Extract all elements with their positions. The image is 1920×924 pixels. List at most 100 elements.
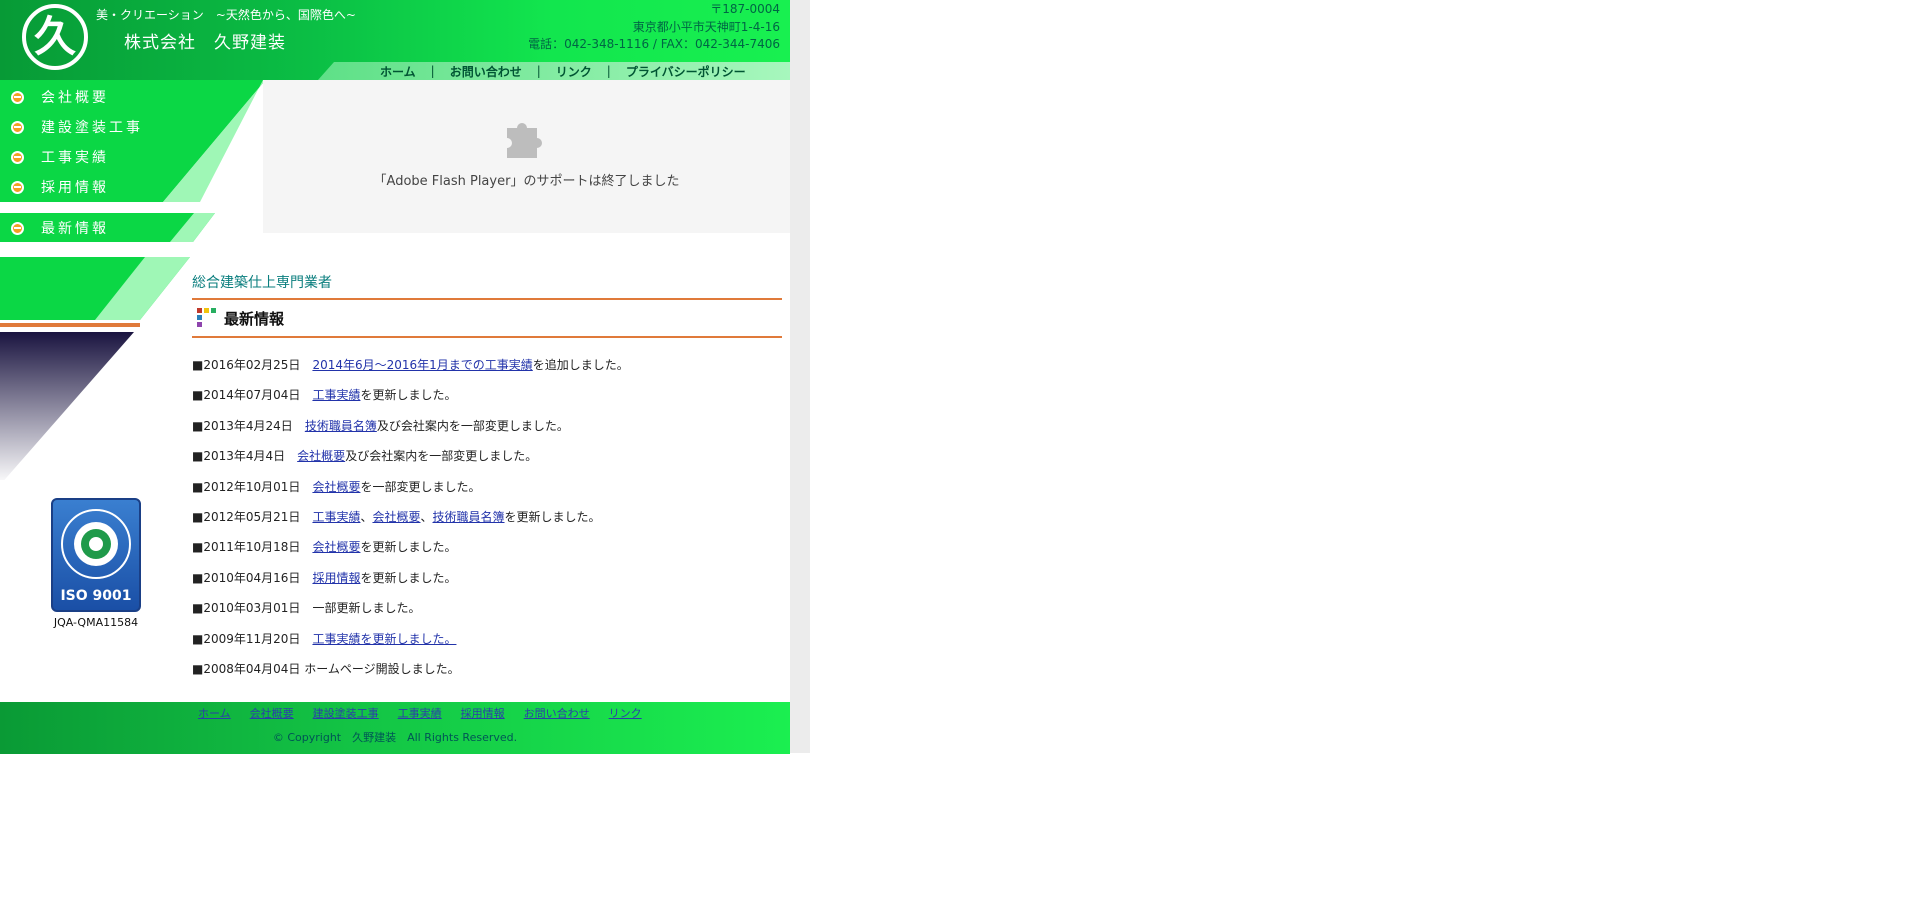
phone-fax: 電話：042-348-1116 / FAX：042-344-7406 bbox=[528, 37, 780, 51]
news-link[interactable]: 会社概要 bbox=[312, 480, 360, 494]
news-text: を一部変更しました。 bbox=[360, 479, 481, 494]
news-link[interactable]: 技術職員名簿 bbox=[433, 510, 505, 524]
sidebar-item-label: 採用情報 bbox=[41, 180, 109, 196]
news-item: ■2012年10月01日 会社概要を一部変更しました。 bbox=[192, 478, 782, 508]
iso-label: ISO 9001 bbox=[60, 588, 132, 604]
company-logo[interactable]: 久 bbox=[22, 4, 88, 70]
news-text: を更新しました。 bbox=[360, 540, 457, 555]
flash-message: 「Adobe Flash Player」のサポートは終了しました bbox=[373, 174, 680, 189]
news-item: ■2013年4月24日 技術職員名簿及び会社案内を一部変更しました。 bbox=[192, 417, 782, 447]
news-date: ■2014年07月04日 bbox=[192, 388, 301, 403]
company-name: 株式会社 久野建装 bbox=[124, 33, 286, 53]
news-item: ■2011年10月18日 会社概要を更新しました。 bbox=[192, 538, 782, 568]
news-item: ■2008年04月04日 ホームページ開設しました。 bbox=[192, 660, 782, 690]
news-header: 最新情報 bbox=[192, 300, 782, 336]
jqa-seal-icon bbox=[61, 509, 131, 579]
iso-certification-badge: ISO 9001 bbox=[51, 498, 141, 612]
news-link[interactable]: 採用情報 bbox=[312, 571, 360, 585]
news-list: ■2016年02月25日 2014年6月～2016年1月までの工事実績を追加しま… bbox=[192, 356, 782, 690]
separator: 、 bbox=[360, 509, 373, 524]
postal-code: 〒187-0004 bbox=[710, 2, 780, 16]
iso-registration-number: JQA-QMA11584 bbox=[53, 616, 139, 629]
topnav-contact[interactable]: お問い合わせ bbox=[450, 63, 522, 80]
sidebar-item-label: 工事実績 bbox=[41, 150, 109, 166]
sidebar-item-news[interactable]: 最新情報 bbox=[0, 215, 240, 241]
minus-circle-icon bbox=[11, 150, 24, 164]
news-link[interactable]: 技術職員名簿 bbox=[305, 419, 377, 433]
page-subtitle: 総合建築仕上専門業者 bbox=[192, 275, 332, 291]
news-item: ■2016年02月25日 2014年6月～2016年1月までの工事実績を追加しま… bbox=[192, 356, 782, 386]
tagline: 美・クリエーション ~天然色から、国際色へ~ bbox=[96, 8, 356, 22]
sidebar-item-label: 建設塗装工事 bbox=[41, 120, 143, 136]
minus-circle-icon bbox=[11, 180, 24, 194]
news-item: ■2014年07月04日 工事実績を更新しました。 bbox=[192, 386, 782, 416]
news-date: ■2010年04月16日 bbox=[192, 570, 301, 585]
separator: 、 bbox=[420, 509, 433, 524]
main-content: 総合建築仕上専門業者 最新情報 ■2016年02月25日 2014年6月～201… bbox=[192, 272, 782, 690]
news-link[interactable]: 工事実績 bbox=[312, 388, 360, 402]
news-item: ■2012年05月21日 工事実績、会社概要、技術職員名簿を更新しました。 bbox=[192, 508, 782, 538]
footer-link-home[interactable]: ホーム bbox=[198, 705, 231, 721]
news-date: ■2013年4月4日 bbox=[192, 449, 286, 464]
divider bbox=[192, 336, 782, 338]
news-link[interactable]: 工事実績を更新しました。 bbox=[312, 632, 456, 646]
header: 久 美・クリエーション ~天然色から、国際色へ~ 株式会社 久野建装 〒187-… bbox=[0, 0, 790, 80]
news-link[interactable]: 工事実績 bbox=[312, 510, 360, 524]
news-item: ■2010年04月16日 採用情報を更新しました。 bbox=[192, 569, 782, 599]
topnav-home[interactable]: ホーム bbox=[380, 63, 416, 80]
topnav-privacy[interactable]: プライバシーポリシー bbox=[626, 63, 746, 80]
topnav-separator: | bbox=[606, 64, 611, 78]
news-date: ■2016年02月25日 bbox=[192, 358, 301, 372]
topnav-links[interactable]: リンク bbox=[556, 63, 592, 80]
page-edge-strip bbox=[790, 0, 810, 753]
sidebar-item-works[interactable]: 工事実績 bbox=[0, 144, 240, 170]
news-text: を追加しました。 bbox=[532, 358, 629, 372]
page: 久 美・クリエーション ~天然色から、国際色へ~ 株式会社 久野建装 〒187-… bbox=[0, 0, 790, 754]
news-text: 及び会社案内を一部変更しました。 bbox=[376, 418, 569, 433]
sidebar-item-label: 会社概要 bbox=[41, 90, 109, 106]
news-date: ■2008年04月04日 bbox=[192, 661, 301, 676]
sidebar-item-recruit[interactable]: 採用情報 bbox=[0, 174, 240, 200]
news-text: ホームページ開設しました。 bbox=[304, 661, 460, 676]
footer-link-works[interactable]: 工事実績 bbox=[398, 705, 442, 721]
minus-circle-icon bbox=[11, 120, 24, 134]
news-title: 最新情報 bbox=[224, 309, 285, 328]
footer-link-company[interactable]: 会社概要 bbox=[250, 705, 294, 721]
news-bullet-icon bbox=[197, 308, 219, 328]
topnav-separator: | bbox=[536, 64, 541, 78]
puzzle-plugin-icon bbox=[507, 123, 542, 158]
footer-link-painting[interactable]: 建設塗装工事 bbox=[313, 705, 379, 721]
news-date: ■2012年10月01日 bbox=[192, 479, 301, 494]
news-link[interactable]: 会社概要 bbox=[312, 540, 360, 554]
sidebar-item-painting[interactable]: 建設塗装工事 bbox=[0, 114, 240, 140]
minus-circle-icon bbox=[11, 90, 24, 104]
news-link[interactable]: 2014年6月～2016年1月までの工事実績 bbox=[312, 358, 532, 372]
news-text: を更新しました。 bbox=[504, 509, 601, 524]
minus-circle-icon bbox=[11, 221, 24, 235]
news-text: を更新しました。 bbox=[360, 570, 457, 585]
company-address: 〒187-0004 東京都小平市天神町1-4-16 電話：042-348-111… bbox=[528, 1, 780, 54]
top-navigation: ホーム | お問い合わせ | リンク | プライバシーポリシー bbox=[380, 62, 746, 80]
news-date: ■2013年4月24日 bbox=[192, 418, 293, 433]
sidebar-item-company[interactable]: 会社概要 bbox=[0, 84, 240, 110]
news-item: ■2009年11月20日 工事実績を更新しました。 bbox=[192, 630, 782, 660]
footer-link-links[interactable]: リンク bbox=[609, 705, 642, 721]
news-date: ■2010年03月01日 bbox=[192, 601, 301, 616]
footer: ホーム 会社概要 建設塗装工事 工事実績 採用情報 お問い合わせ リンク © C… bbox=[0, 702, 790, 754]
news-text: 一部更新しました。 bbox=[312, 601, 421, 616]
news-date: ■2012年05月21日 bbox=[192, 509, 301, 524]
footer-link-recruit[interactable]: 採用情報 bbox=[461, 705, 505, 721]
topnav-separator: | bbox=[430, 64, 435, 78]
news-date: ■2009年11月20日 bbox=[192, 631, 301, 646]
footer-link-contact[interactable]: お問い合わせ bbox=[524, 705, 590, 721]
news-text: を更新しました。 bbox=[360, 388, 457, 403]
news-link[interactable]: 会社概要 bbox=[297, 449, 345, 463]
street-address: 東京都小平市天神町1-4-16 bbox=[632, 19, 780, 34]
news-date: ■2011年10月18日 bbox=[192, 540, 301, 555]
news-item: ■2013年4月4日 会社概要及び会社案内を一部変更しました。 bbox=[192, 447, 782, 477]
sidebar-item-label: 最新情報 bbox=[41, 221, 109, 237]
flash-placeholder: 「Adobe Flash Player」のサポートは終了しました bbox=[263, 80, 790, 233]
news-link[interactable]: 会社概要 bbox=[372, 510, 420, 524]
copyright: © Copyright 久野建装 All Rights Reserved. bbox=[272, 731, 518, 744]
news-text: 及び会社案内を一部変更しました。 bbox=[345, 449, 538, 464]
